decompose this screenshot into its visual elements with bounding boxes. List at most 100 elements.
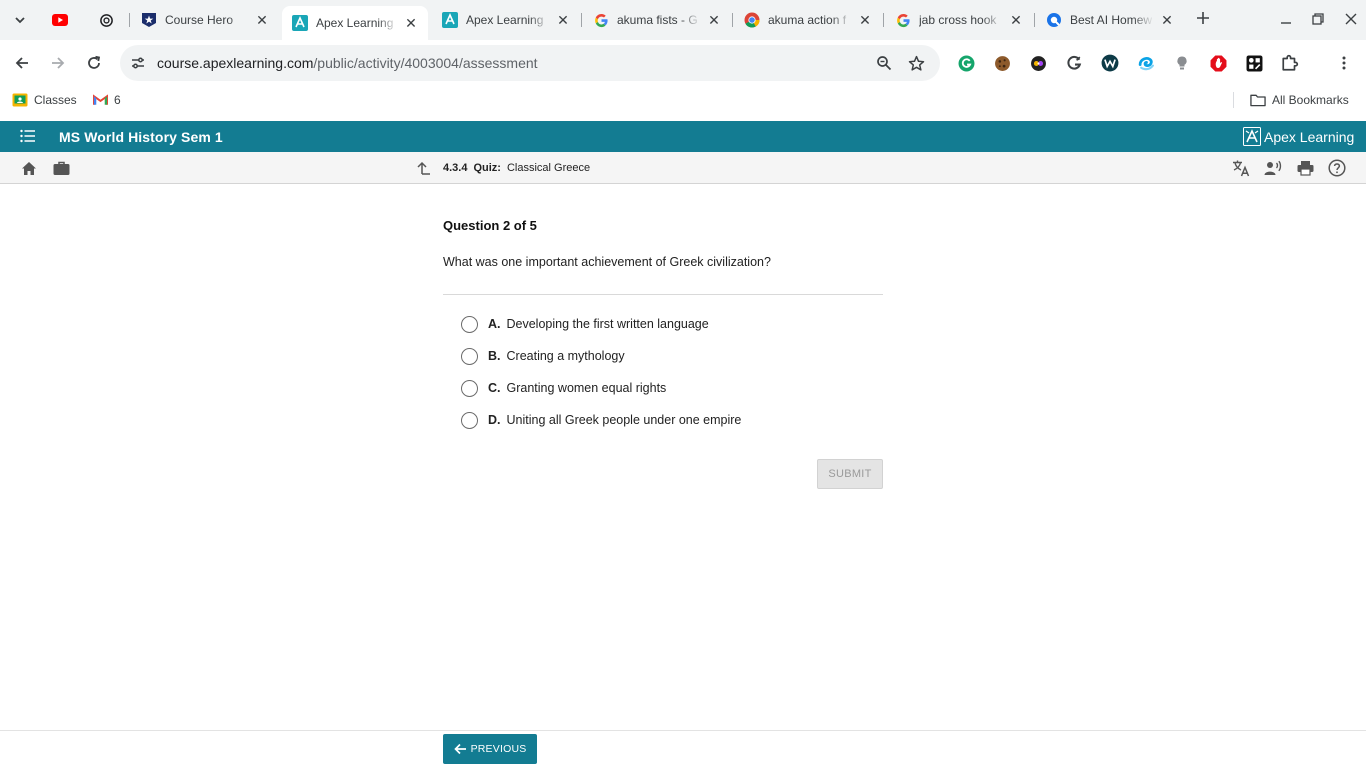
choice-letter: B. [488, 349, 501, 363]
read-aloud-button[interactable] [1264, 159, 1282, 177]
back-button[interactable] [10, 51, 34, 75]
previous-button[interactable]: PREVIOUS [443, 734, 537, 764]
extensions-puzzle-icon[interactable] [1280, 53, 1300, 73]
briefcase-button[interactable] [52, 159, 70, 177]
apex-learning-icon [292, 15, 308, 31]
apex-learning-logo-icon [1243, 127, 1261, 146]
choice-letter: C. [488, 381, 501, 395]
tab-best-ai-homework[interactable]: Best AI Homew ✕ [1036, 6, 1184, 34]
grammarly-extension-icon[interactable] [956, 53, 976, 73]
forward-button[interactable] [46, 51, 70, 75]
new-tab-button[interactable] [1192, 8, 1214, 30]
tab-akuma-action[interactable]: akuma action f ✕ [734, 6, 882, 34]
g-extension-icon[interactable] [1064, 53, 1084, 73]
gmail-icon [92, 92, 108, 108]
arrow-right-icon [52, 57, 65, 69]
up-arrow-icon[interactable] [415, 161, 431, 175]
close-icon[interactable]: ✕ [856, 12, 874, 29]
tab-search-button[interactable] [8, 8, 32, 32]
radio-button-c[interactable] [461, 379, 478, 397]
reload-icon [88, 55, 101, 69]
help-button[interactable] [1328, 159, 1346, 177]
close-icon[interactable]: ✕ [253, 12, 271, 29]
restore-icon [1312, 13, 1324, 25]
blue-swirl-extension-icon[interactable] [1136, 53, 1156, 73]
tab-apex-learning[interactable]: Apex Learning ✕ [432, 6, 580, 34]
footer-divider [0, 730, 1366, 731]
close-icon[interactable]: ✕ [402, 15, 420, 32]
tab-google-search-akuma-fists[interactable]: akuma fists - G ✕ [583, 6, 731, 34]
all-bookmarks-button[interactable]: All Bookmarks [1250, 92, 1349, 108]
minimize-button[interactable] [1271, 6, 1301, 32]
bookmark-gmail[interactable]: 6 [92, 92, 121, 108]
tab-course-hero[interactable]: Course Hero ✕ [131, 6, 279, 34]
answer-choice-d[interactable]: D. Uniting all Greek people under one em… [461, 411, 741, 429]
browser-toolbar: course.apexlearning.com/public/activity/… [0, 40, 1366, 86]
cookie-extension-icon[interactable] [992, 53, 1012, 73]
activity-type: Quiz: [473, 162, 501, 174]
bookmark-classes[interactable]: Classes [12, 92, 77, 108]
course-title: MS World History Sem 1 [59, 129, 223, 145]
close-window-button[interactable] [1336, 6, 1366, 32]
lightbulb-extension-icon[interactable] [1172, 53, 1192, 73]
answer-choice-a[interactable]: A. Developing the first written language [461, 315, 709, 333]
colorful-eye-extension-icon[interactable] [1028, 53, 1048, 73]
url-path: /public/activity/4003004/assessment [313, 55, 538, 71]
print-button[interactable] [1296, 159, 1314, 177]
arrow-left-icon [453, 743, 466, 755]
activity-breadcrumb: 4.3.4 Quiz: Classical Greece [415, 161, 590, 175]
bookmark-classes-label: Classes [34, 93, 77, 107]
chrome-icon [744, 12, 760, 28]
printer-icon [1297, 161, 1313, 176]
translate-icon [1233, 160, 1250, 177]
course-menu-icon[interactable] [20, 129, 36, 143]
site-info-button[interactable] [128, 53, 148, 73]
w-extension-icon[interactable] [1100, 53, 1120, 73]
browser-tab-strip: Course Hero ✕ Apex Learning ✕ Apex Learn… [0, 0, 1366, 40]
url-text[interactable]: course.apexlearning.com/public/activity/… [157, 55, 538, 71]
choice-text: Developing the first written language [506, 317, 709, 331]
choice-text: Uniting all Greek people under one empir… [506, 413, 742, 427]
apex-learning-logo: Apex Learning [1243, 127, 1354, 146]
reload-button[interactable] [82, 51, 106, 75]
tab-chatgpt[interactable] [90, 6, 124, 34]
tab-apex-learning-active[interactable]: Apex Learning ✕ [282, 6, 428, 40]
tab-youtube[interactable] [46, 6, 80, 34]
tab-separator [883, 13, 884, 27]
bookmark-star-button[interactable] [906, 53, 926, 73]
close-icon[interactable]: ✕ [1007, 12, 1025, 29]
url-host: course.apexlearning.com [157, 55, 314, 71]
close-icon[interactable]: ✕ [1158, 12, 1176, 29]
choice-letter: A. [488, 317, 501, 331]
zoom-button[interactable] [874, 53, 894, 73]
close-icon[interactable]: ✕ [554, 12, 572, 29]
speaker-person-icon [1264, 160, 1282, 175]
answer-choice-b[interactable]: B. Creating a mythology [461, 347, 625, 365]
radio-button-d[interactable] [461, 411, 478, 429]
close-icon[interactable]: ✕ [705, 12, 723, 29]
star-icon [908, 55, 924, 71]
activity-number: 4.3.4 [443, 162, 468, 174]
course-hero-icon [141, 12, 157, 28]
translate-button[interactable] [1232, 159, 1250, 177]
radio-button-a[interactable] [461, 315, 478, 333]
youtube-icon [52, 12, 68, 28]
address-bar[interactable]: course.apexlearning.com/public/activity/… [120, 45, 940, 81]
submit-button[interactable]: SUBMIT [817, 459, 883, 489]
adblock-extension-icon[interactable] [1208, 53, 1228, 73]
zoom-icon [877, 56, 892, 71]
help-circle-icon [1328, 159, 1346, 177]
briefcase-icon [53, 161, 69, 175]
answer-choice-c[interactable]: C. Granting women equal rights [461, 379, 666, 397]
quadrant-extension-icon[interactable] [1244, 53, 1264, 73]
tab-separator [581, 13, 582, 27]
activity-title: Classical Greece [506, 162, 591, 174]
restore-button[interactable] [1303, 6, 1333, 32]
radio-button-b[interactable] [461, 347, 478, 365]
question-divider [443, 294, 883, 295]
bookmark-gmail-count: 6 [114, 93, 121, 107]
tab-google-search-jab-cross-hook[interactable]: jab cross hook ✕ [885, 6, 1033, 34]
home-button[interactable] [20, 159, 38, 177]
chrome-menu-kebab-icon[interactable] [1334, 53, 1354, 73]
home-icon [22, 161, 36, 175]
